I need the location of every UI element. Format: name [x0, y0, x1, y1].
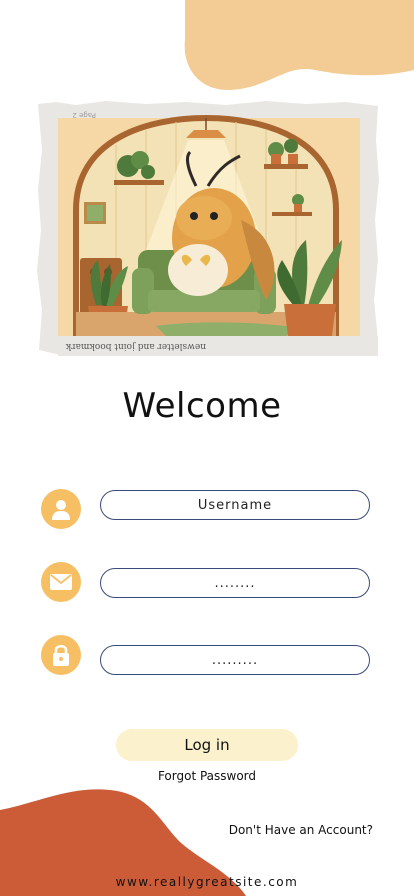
hero-illustration: Page 2 newsletter and joint bookmark [36, 100, 380, 356]
lock-icon [41, 635, 81, 675]
username-field[interactable]: Username [100, 490, 370, 520]
create-account-link[interactable]: Don't Have an Account? [229, 823, 373, 837]
hero-page-label: Page 2 [72, 111, 96, 119]
welcome-title: Welcome [122, 386, 282, 426]
envelope-icon [41, 562, 81, 602]
password-field[interactable]: ......... [100, 645, 370, 675]
user-icon [41, 489, 81, 529]
hero-caption: newsletter and joint bookmark [65, 341, 206, 351]
login-button[interactable]: Log in [116, 729, 298, 761]
website-url: www.reallygreatsite.com [115, 875, 299, 889]
top-decorative-blob [184, 0, 414, 91]
email-field[interactable]: ........ [100, 568, 370, 598]
